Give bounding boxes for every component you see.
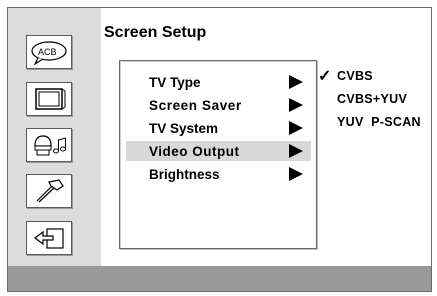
page-title: Screen Setup xyxy=(104,24,207,41)
tools-icon xyxy=(36,179,64,203)
arrow-right-icon xyxy=(289,98,303,112)
menu-item-video-output[interactable]: Video Output xyxy=(126,141,311,161)
arrow-right-icon xyxy=(289,75,303,89)
language-icon: ACB xyxy=(31,41,67,65)
menu-item-screen-saver[interactable]: Screen Saver xyxy=(126,95,311,115)
menu-item-tv-system[interactable]: TV System xyxy=(126,118,311,138)
menu-item-brightness[interactable]: Brightness xyxy=(126,164,311,184)
option-cvbs-yuv[interactable]: CVBS+YUV xyxy=(337,92,407,112)
tools-button[interactable] xyxy=(26,174,72,208)
menu-item-label: Screen Saver xyxy=(149,97,242,113)
setup-menu: TV Type Screen Saver TV System Video Out… xyxy=(119,60,317,249)
arrow-right-icon xyxy=(289,121,303,135)
setup-window: ACB Screen Setup TV Type Screen Saver TV… xyxy=(7,7,432,292)
exit-button[interactable] xyxy=(26,221,72,255)
menu-item-label: TV Type xyxy=(149,74,201,90)
sidebar: ACB xyxy=(8,8,101,266)
language-button[interactable]: ACB xyxy=(26,35,72,69)
checkmark-icon: ✓ xyxy=(318,68,332,85)
arrow-right-icon xyxy=(289,167,303,181)
audio-icon xyxy=(34,135,66,156)
tv-button[interactable] xyxy=(26,82,72,116)
footer-bar xyxy=(8,266,431,291)
menu-item-label: Video Output xyxy=(149,143,240,159)
option-cvbs[interactable]: CVBS xyxy=(337,69,373,89)
exit-icon xyxy=(34,228,64,249)
menu-item-label: Brightness xyxy=(149,166,220,182)
menu-item-tv-type[interactable]: TV Type xyxy=(126,72,311,92)
option-yuv-p-scan[interactable]: YUV P-SCAN xyxy=(337,115,421,135)
arrow-right-icon xyxy=(289,144,303,158)
audio-button[interactable] xyxy=(26,128,72,162)
language-icon-glyph: ACB xyxy=(38,47,57,57)
menu-item-label: TV System xyxy=(149,120,219,136)
tv-icon xyxy=(35,88,66,110)
